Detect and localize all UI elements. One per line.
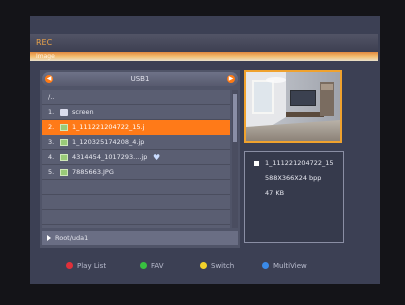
section-title: Image (30, 52, 378, 61)
list-item[interactable]: 1. screen (42, 105, 230, 120)
info-filename: 1_111221204722_15 (265, 159, 334, 167)
play-list-button[interactable]: Play List (66, 258, 106, 274)
right-arrow-icon[interactable]: ▶ (227, 75, 235, 83)
list-item-number: 2. (48, 123, 55, 131)
file-info-panel: 1_111221204722_15 588X366X24 bpp 47 KB (244, 151, 344, 243)
multiview-button[interactable]: MultiView (262, 258, 307, 274)
info-size: 47 KB (265, 189, 285, 197)
scrollbar[interactable] (232, 90, 238, 228)
file-list: /.. 1. screen 2. 1_111221204722_15.j 3. … (42, 90, 230, 228)
info-resolution: 588X366X24 bpp (265, 174, 322, 182)
list-item-selected[interactable]: 2. 1_111221204722_15.j (42, 120, 230, 135)
image-file-icon (60, 124, 68, 131)
yellow-button-icon (200, 261, 207, 269)
list-item-label: 4314454_1017293....jp (72, 153, 148, 161)
image-preview (244, 70, 342, 143)
list-item[interactable]: 3. 1_120325174208_4.jp (42, 135, 230, 150)
switch-button[interactable]: Switch (200, 258, 234, 274)
list-item-number: 3. (48, 138, 55, 146)
list-item-label: 7885663.JPG (72, 168, 114, 176)
list-item[interactable]: 4. 4314454_1017293....jp ♥ (42, 150, 230, 165)
list-item-label: /.. (48, 93, 55, 101)
list-item-parent[interactable]: /.. (42, 90, 230, 105)
path-bar: Root/uda1 (42, 231, 238, 245)
list-item-empty (42, 195, 230, 210)
play-list-label: Play List (77, 262, 107, 270)
folder-icon (60, 109, 68, 116)
page-title: REC (30, 34, 378, 51)
button-legend: Play List FAV Switch MultiView (40, 258, 378, 274)
image-file-icon (60, 139, 68, 146)
image-file-icon (60, 169, 68, 176)
file-icon (254, 161, 259, 166)
fav-label: FAV (151, 262, 164, 270)
list-item-number: 4. (48, 153, 55, 161)
blue-button-icon (262, 261, 269, 269)
list-item-label: 1_120325174208_4.jp (72, 138, 145, 146)
image-file-icon (60, 154, 68, 161)
multiview-label: MultiView (273, 262, 307, 270)
list-item-label: screen (72, 108, 94, 116)
device-name: USB1 (130, 75, 150, 83)
list-item-number: 5. (48, 168, 55, 176)
list-item[interactable]: 5. 7885663.JPG (42, 165, 230, 180)
list-item-empty (42, 210, 230, 225)
heart-icon: ♥ (153, 153, 161, 162)
fav-button[interactable]: FAV (140, 258, 164, 274)
play-triangle-icon (47, 235, 51, 241)
device-selector[interactable]: ◀ USB1 ▶ (42, 72, 238, 86)
scrollbar-thumb[interactable] (233, 94, 237, 142)
left-arrow-icon[interactable]: ◀ (45, 75, 53, 83)
list-item-label: 1_111221204722_15.j (72, 123, 145, 131)
preview-image (246, 72, 340, 141)
current-path: Root/uda1 (55, 234, 89, 242)
green-button-icon (140, 261, 147, 269)
list-item-empty (42, 180, 230, 195)
list-item-number: 1. (48, 108, 55, 116)
red-button-icon (66, 261, 73, 269)
switch-label: Switch (211, 262, 235, 270)
